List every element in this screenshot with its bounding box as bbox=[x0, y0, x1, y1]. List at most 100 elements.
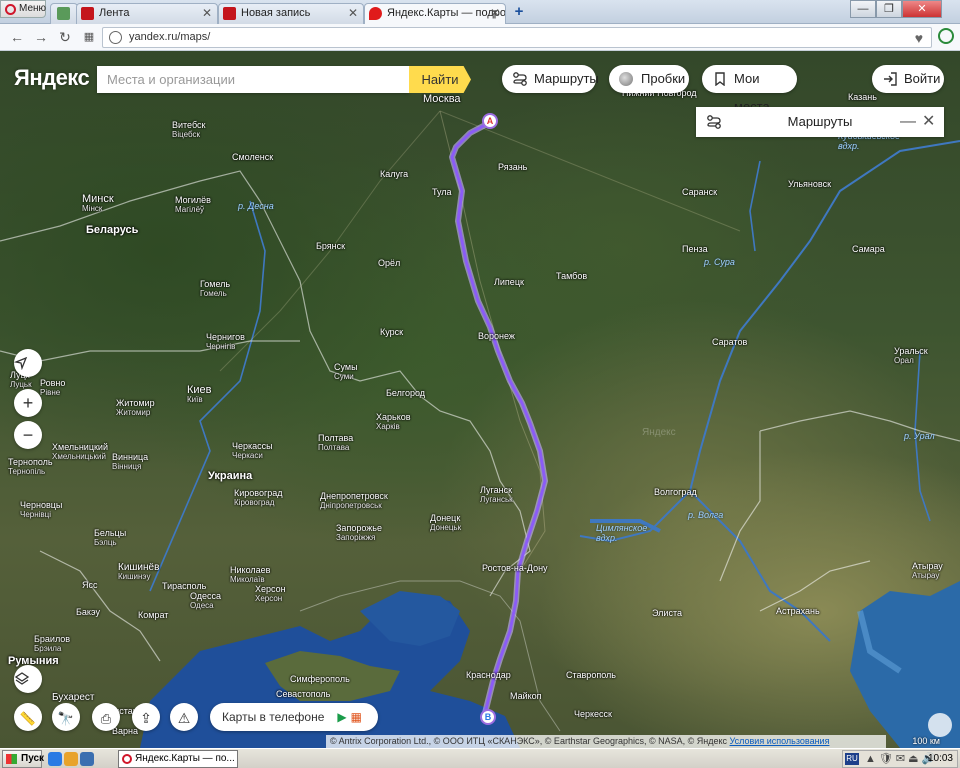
city-label: Липецк bbox=[494, 277, 524, 287]
city-label: Ровно Рівне bbox=[40, 378, 66, 398]
layers-icon bbox=[14, 672, 30, 685]
extension-icon[interactable] bbox=[938, 28, 954, 44]
shield-icon[interactable] bbox=[928, 713, 952, 737]
close-window-button[interactable]: ✕ bbox=[902, 0, 942, 18]
ruler-button[interactable]: 📏 bbox=[14, 703, 42, 731]
new-tab-button[interactable]: + bbox=[509, 4, 529, 21]
city-label: Самара bbox=[852, 244, 885, 254]
locate-icon bbox=[14, 356, 28, 370]
firefox-icon[interactable] bbox=[64, 752, 78, 766]
clock: 10:03 bbox=[927, 753, 953, 764]
reload-icon[interactable]: ↻ bbox=[56, 28, 74, 46]
panorama-button[interactable]: 🔭 bbox=[52, 703, 80, 731]
terms-link[interactable]: Условия использования bbox=[730, 736, 830, 746]
locate-button[interactable] bbox=[14, 349, 42, 377]
city-label: Браилов Брэила bbox=[34, 634, 71, 654]
map-watermark: Яндекс bbox=[642, 427, 676, 438]
close-tab-icon[interactable]: ✕ bbox=[202, 4, 212, 23]
drive2-icon bbox=[81, 7, 94, 20]
zoom-out-button[interactable]: − bbox=[14, 421, 42, 449]
share-icon: ⇪ bbox=[140, 710, 152, 726]
city-label: Полтава Полтава bbox=[318, 433, 354, 453]
map-pin-icon bbox=[369, 7, 382, 20]
water-label: р. Десна bbox=[238, 201, 274, 211]
find-button[interactable]: Найти bbox=[409, 66, 471, 93]
zoom-in-button[interactable]: + bbox=[14, 389, 42, 417]
start-button[interactable]: Пуск bbox=[2, 750, 44, 768]
city-label: Киев Київ bbox=[187, 384, 212, 405]
print-button[interactable]: ⎙ bbox=[92, 703, 120, 731]
tab-speed-dial[interactable] bbox=[50, 3, 78, 24]
city-label: Кировоград Кіровоград bbox=[234, 488, 283, 508]
city-label: Ставрополь bbox=[566, 670, 616, 680]
city-label: Ростов-на-Дону bbox=[482, 563, 548, 573]
city-label: Хмельницкий Хмельницький bbox=[52, 442, 108, 462]
system-tray: RU ▲🛡✉⏏🔊 10:03 bbox=[842, 750, 958, 768]
yandex-logo[interactable]: Яндекс bbox=[14, 65, 90, 91]
map-canvas[interactable]: Беларусь Украина Румыния р. Десна р. Сур… bbox=[0, 51, 960, 748]
warning-icon: ⚠ bbox=[177, 710, 191, 726]
report-error-button[interactable]: ⚠ bbox=[170, 703, 198, 731]
city-label: Ясс bbox=[82, 580, 98, 590]
country-label: Украина bbox=[208, 470, 253, 482]
search-box[interactable] bbox=[97, 66, 409, 93]
city-label: Харьков Харків bbox=[376, 412, 411, 432]
speed-dial-grid-icon[interactable]: ▦ bbox=[80, 28, 98, 46]
app-store-icons[interactable]: ▶▦ bbox=[337, 703, 366, 731]
language-indicator[interactable]: RU bbox=[845, 753, 859, 765]
tab-new-post[interactable]: Новая запись ✕ bbox=[218, 3, 364, 24]
city-label: Элиста bbox=[652, 608, 682, 618]
route-end-marker[interactable]: B bbox=[480, 709, 496, 725]
routes-panel[interactable]: Маршруты — ✕ bbox=[696, 107, 944, 137]
ie-icon[interactable] bbox=[48, 752, 62, 766]
city-label: Уральск Орал bbox=[894, 346, 928, 366]
minimize-window-button[interactable]: — bbox=[850, 0, 876, 18]
my-places-button[interactable]: Мои места bbox=[702, 65, 797, 114]
search-input[interactable] bbox=[97, 66, 409, 93]
taskbar-window-opera[interactable]: Яндекс.Карты — по... bbox=[118, 750, 238, 768]
city-label: Витебск Віцебск bbox=[172, 120, 206, 140]
tab-yandex-maps[interactable]: Яндекс.Карты — подробна✕ bbox=[364, 3, 506, 25]
traffic-button[interactable]: Пробки bbox=[609, 65, 689, 93]
globe-icon bbox=[109, 31, 122, 44]
browser-nav-bar: ← → ↻ ▦ yandex.ru/maps/♥ bbox=[0, 24, 960, 51]
city-label: Гомель Гомель bbox=[200, 279, 231, 299]
opera-logo-icon bbox=[5, 4, 16, 15]
close-tab-icon[interactable]: ✕ bbox=[348, 4, 358, 23]
city-label: Москва bbox=[423, 93, 461, 105]
layers-button[interactable] bbox=[14, 665, 42, 693]
restore-window-button[interactable]: ❐ bbox=[876, 0, 902, 18]
city-label: Днепропетровск Дніпропетровськ bbox=[320, 491, 388, 511]
city-label: Черкесск bbox=[574, 709, 612, 719]
opera-icon bbox=[122, 754, 132, 764]
city-label: Сумы Суми bbox=[334, 362, 358, 382]
minimize-icon[interactable]: — bbox=[900, 113, 916, 131]
login-button[interactable]: Войти bbox=[872, 65, 944, 93]
forward-arrow-icon[interactable]: → bbox=[32, 28, 50, 46]
windows-flag-icon bbox=[6, 754, 17, 764]
city-label: Саратов bbox=[712, 337, 748, 347]
opera-menu-button[interactable]: Меню bbox=[0, 0, 46, 18]
water-label: р. Сура bbox=[704, 257, 735, 267]
city-label: Ульяновск bbox=[788, 179, 832, 189]
city-label: Казань bbox=[848, 92, 877, 102]
city-label: Симферополь bbox=[290, 674, 350, 684]
water-label: р. Волга bbox=[688, 510, 724, 520]
heart-bookmark-icon[interactable]: ♥ bbox=[915, 29, 923, 48]
address-bar[interactable]: yandex.ru/maps/♥ bbox=[102, 27, 932, 48]
back-arrow-icon[interactable]: ← bbox=[8, 28, 26, 46]
mobile-app-banner[interactable]: Карты в телефоне ▶▦ bbox=[210, 703, 378, 731]
city-label: Краснодар bbox=[466, 670, 511, 680]
route-start-marker[interactable]: A bbox=[482, 113, 498, 129]
city-label: Бакэу bbox=[76, 607, 101, 617]
city-label: Винница Вінниця bbox=[112, 452, 149, 472]
close-tab-icon[interactable]: ✕ bbox=[490, 4, 500, 23]
save-icon[interactable] bbox=[80, 752, 94, 766]
routes-button[interactable]: Маршруты bbox=[502, 65, 599, 93]
binoculars-icon: 🔭 bbox=[57, 711, 75, 726]
close-icon[interactable]: ✕ bbox=[922, 111, 935, 131]
tab-lenta[interactable]: Лента ✕ bbox=[76, 3, 218, 24]
city-label: Майкоп bbox=[510, 691, 542, 701]
share-button[interactable]: ⇪ bbox=[132, 703, 160, 731]
city-label: Смоленск bbox=[232, 152, 274, 162]
